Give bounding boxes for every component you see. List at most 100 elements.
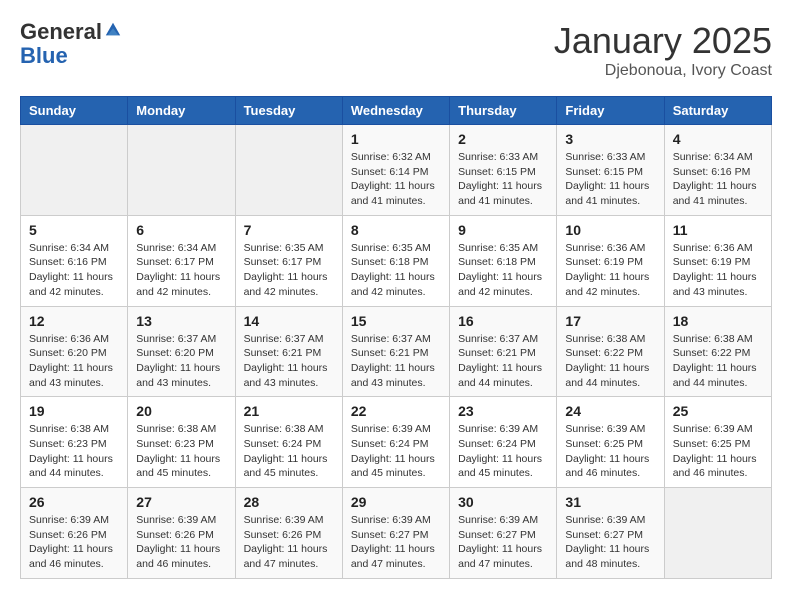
calendar-cell: 7Sunrise: 6:35 AM Sunset: 6:17 PM Daylig… [235, 215, 342, 306]
day-number: 19 [29, 403, 119, 419]
day-number: 12 [29, 313, 119, 329]
calendar-cell: 13 Sunrise: 6:37 AM Sunset: 6:20 PM Dayli… [128, 306, 235, 397]
logo-icon [104, 21, 122, 39]
calendar-cell: 30 Sunrise: 6:39 AM Sunset: 6:27 PM Dayli… [450, 488, 557, 579]
calendar-cell: 29Sunrise: 6:39 AM Sunset: 6:27 PM Dayli… [342, 488, 449, 579]
month-title: January 2025 [554, 20, 772, 62]
day-number: 22 [351, 403, 441, 419]
day-number: 31 [565, 494, 655, 510]
calendar-cell: 16Sunrise: 6:37 AM Sunset: 6:21 PM Dayli… [450, 306, 557, 397]
day-info: Sunrise: 6:36 AM Sunset: 6:19 PM Dayligh… [673, 241, 763, 300]
day-info: Sunrise: 6:38 AM Sunset: 6:22 PM Dayligh… [565, 332, 655, 391]
day-info: Sunrise: 6:39 AM Sunset: 6:26 PM Dayligh… [29, 513, 119, 572]
week-row-2: 5 Sunrise: 6:34 AM Sunset: 6:16 PM Daylig… [21, 215, 772, 306]
day-info: Sunrise: 6:36 AM Sunset: 6:19 PM Dayligh… [565, 241, 655, 300]
calendar-cell: 6 Sunrise: 6:34 AM Sunset: 6:17 PM Daylig… [128, 215, 235, 306]
calendar-cell: 22Sunrise: 6:39 AM Sunset: 6:24 PM Dayli… [342, 397, 449, 488]
day-info: Sunrise: 6:34 AM Sunset: 6:16 PM Dayligh… [673, 150, 763, 209]
day-number: 18 [673, 313, 763, 329]
day-number: 23 [458, 403, 548, 419]
day-info: Sunrise: 6:38 AM Sunset: 6:24 PM Dayligh… [244, 422, 334, 481]
day-number: 13 [136, 313, 226, 329]
day-number: 8 [351, 222, 441, 238]
logo: General Blue [20, 20, 122, 68]
day-info: Sunrise: 6:34 AM Sunset: 6:16 PM Dayligh… [29, 241, 119, 300]
calendar-header-row: SundayMondayTuesdayWednesdayThursdayFrid… [21, 97, 772, 125]
title-block: January 2025 Djebonoua, Ivory Coast [554, 20, 772, 80]
day-info: Sunrise: 6:33 AM Sunset: 6:15 PM Dayligh… [565, 150, 655, 209]
calendar-cell [235, 125, 342, 216]
day-number: 6 [136, 222, 226, 238]
day-info: Sunrise: 6:37 AM Sunset: 6:21 PM Dayligh… [351, 332, 441, 391]
calendar-cell: 24 Sunrise: 6:39 AM Sunset: 6:25 PM Dayli… [557, 397, 664, 488]
calendar-cell: 26 Sunrise: 6:39 AM Sunset: 6:26 PM Dayli… [21, 488, 128, 579]
day-number: 10 [565, 222, 655, 238]
day-info: Sunrise: 6:39 AM Sunset: 6:26 PM Dayligh… [244, 513, 334, 572]
location-subtitle: Djebonoua, Ivory Coast [554, 62, 772, 80]
day-number: 30 [458, 494, 548, 510]
calendar-cell: 5 Sunrise: 6:34 AM Sunset: 6:16 PM Daylig… [21, 215, 128, 306]
day-info: Sunrise: 6:37 AM Sunset: 6:20 PM Dayligh… [136, 332, 226, 391]
day-info: Sunrise: 6:35 AM Sunset: 6:18 PM Dayligh… [458, 241, 548, 300]
day-info: Sunrise: 6:36 AM Sunset: 6:20 PM Dayligh… [29, 332, 119, 391]
day-number: 7 [244, 222, 334, 238]
day-info: Sunrise: 6:39 AM Sunset: 6:26 PM Dayligh… [136, 513, 226, 572]
calendar-cell: 21 Sunrise: 6:38 AM Sunset: 6:24 PM Dayli… [235, 397, 342, 488]
calendar-cell: 17 Sunrise: 6:38 AM Sunset: 6:22 PM Dayli… [557, 306, 664, 397]
day-number: 15 [351, 313, 441, 329]
calendar-cell: 4 Sunrise: 6:34 AM Sunset: 6:16 PM Daylig… [664, 125, 771, 216]
day-info: Sunrise: 6:39 AM Sunset: 6:25 PM Dayligh… [565, 422, 655, 481]
day-number: 4 [673, 131, 763, 147]
day-number: 27 [136, 494, 226, 510]
day-number: 24 [565, 403, 655, 419]
day-info: Sunrise: 6:39 AM Sunset: 6:24 PM Dayligh… [458, 422, 548, 481]
calendar-cell: 1Sunrise: 6:32 AM Sunset: 6:14 PM Daylig… [342, 125, 449, 216]
logo-blue: Blue [20, 43, 68, 68]
day-number: 9 [458, 222, 548, 238]
day-number: 21 [244, 403, 334, 419]
day-info: Sunrise: 6:38 AM Sunset: 6:22 PM Dayligh… [673, 332, 763, 391]
col-header-thursday: Thursday [450, 97, 557, 125]
day-info: Sunrise: 6:37 AM Sunset: 6:21 PM Dayligh… [244, 332, 334, 391]
day-info: Sunrise: 6:34 AM Sunset: 6:17 PM Dayligh… [136, 241, 226, 300]
calendar-cell: 15 Sunrise: 6:37 AM Sunset: 6:21 PM Dayli… [342, 306, 449, 397]
calendar-cell: 10 Sunrise: 6:36 AM Sunset: 6:19 PM Dayli… [557, 215, 664, 306]
day-number: 20 [136, 403, 226, 419]
day-number: 2 [458, 131, 548, 147]
calendar-cell: 27 Sunrise: 6:39 AM Sunset: 6:26 PM Dayli… [128, 488, 235, 579]
col-header-monday: Monday [128, 97, 235, 125]
calendar-cell: 20 Sunrise: 6:38 AM Sunset: 6:23 PM Dayli… [128, 397, 235, 488]
day-info: Sunrise: 6:39 AM Sunset: 6:27 PM Dayligh… [458, 513, 548, 572]
day-number: 26 [29, 494, 119, 510]
week-row-5: 26 Sunrise: 6:39 AM Sunset: 6:26 PM Dayli… [21, 488, 772, 579]
calendar-cell [21, 125, 128, 216]
col-header-wednesday: Wednesday [342, 97, 449, 125]
calendar-cell: 19 Sunrise: 6:38 AM Sunset: 6:23 PM Dayli… [21, 397, 128, 488]
day-info: Sunrise: 6:33 AM Sunset: 6:15 PM Dayligh… [458, 150, 548, 209]
calendar-cell: 28Sunrise: 6:39 AM Sunset: 6:26 PM Dayli… [235, 488, 342, 579]
day-info: Sunrise: 6:32 AM Sunset: 6:14 PM Dayligh… [351, 150, 441, 209]
day-info: Sunrise: 6:35 AM Sunset: 6:18 PM Dayligh… [351, 241, 441, 300]
day-info: Sunrise: 6:38 AM Sunset: 6:23 PM Dayligh… [29, 422, 119, 481]
calendar-cell [664, 488, 771, 579]
day-info: Sunrise: 6:38 AM Sunset: 6:23 PM Dayligh… [136, 422, 226, 481]
day-number: 3 [565, 131, 655, 147]
day-info: Sunrise: 6:39 AM Sunset: 6:25 PM Dayligh… [673, 422, 763, 481]
week-row-1: 1Sunrise: 6:32 AM Sunset: 6:14 PM Daylig… [21, 125, 772, 216]
day-number: 25 [673, 403, 763, 419]
calendar-cell: 2 Sunrise: 6:33 AM Sunset: 6:15 PM Daylig… [450, 125, 557, 216]
col-header-saturday: Saturday [664, 97, 771, 125]
col-header-friday: Friday [557, 97, 664, 125]
calendar-cell: 8 Sunrise: 6:35 AM Sunset: 6:18 PM Daylig… [342, 215, 449, 306]
day-info: Sunrise: 6:39 AM Sunset: 6:27 PM Dayligh… [565, 513, 655, 572]
calendar-cell: 14 Sunrise: 6:37 AM Sunset: 6:21 PM Dayli… [235, 306, 342, 397]
day-number: 17 [565, 313, 655, 329]
calendar-cell: 3 Sunrise: 6:33 AM Sunset: 6:15 PM Daylig… [557, 125, 664, 216]
day-number: 16 [458, 313, 548, 329]
calendar-cell: 18 Sunrise: 6:38 AM Sunset: 6:22 PM Dayli… [664, 306, 771, 397]
col-header-sunday: Sunday [21, 97, 128, 125]
day-number: 5 [29, 222, 119, 238]
day-number: 14 [244, 313, 334, 329]
calendar-cell: 11Sunrise: 6:36 AM Sunset: 6:19 PM Dayli… [664, 215, 771, 306]
calendar-cell: 25 Sunrise: 6:39 AM Sunset: 6:25 PM Dayli… [664, 397, 771, 488]
